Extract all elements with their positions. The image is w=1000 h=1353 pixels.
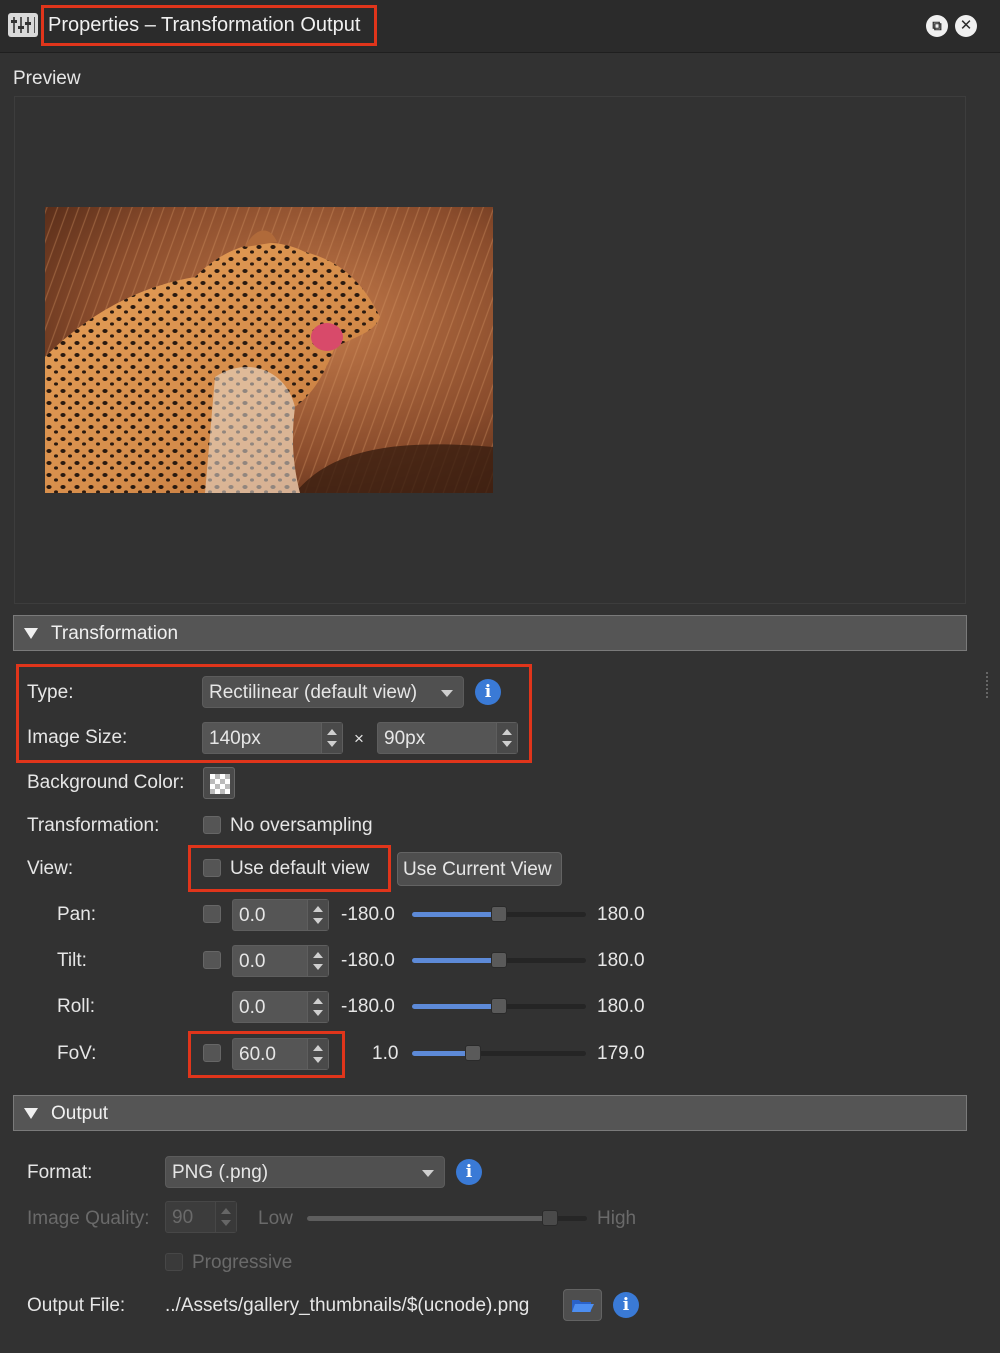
resize-grip[interactable] bbox=[986, 672, 992, 698]
quality-high-label: High bbox=[597, 1208, 637, 1229]
preview-label: Preview bbox=[13, 68, 81, 89]
spinner-arrows-icon[interactable] bbox=[307, 946, 328, 976]
fov-slider[interactable] bbox=[412, 1045, 586, 1061]
format-info-icon[interactable]: i bbox=[456, 1159, 482, 1185]
pan-spinner[interactable]: 0.0 bbox=[232, 899, 329, 931]
no-oversampling-label: No oversampling bbox=[230, 815, 373, 836]
background-color-label: Background Color: bbox=[27, 772, 185, 793]
format-select-value: PNG (.png) bbox=[172, 1162, 269, 1183]
tilt-min: -180.0 bbox=[341, 950, 395, 971]
transformation-section-title: Transformation bbox=[51, 623, 179, 644]
format-label: Format: bbox=[27, 1162, 93, 1183]
image-height-value: 90px bbox=[384, 728, 426, 749]
format-select[interactable]: PNG (.png) bbox=[165, 1156, 445, 1188]
fov-slider-fill bbox=[412, 1051, 473, 1056]
roll-spinner[interactable]: 0.0 bbox=[232, 991, 329, 1023]
output-file-info-icon[interactable]: i bbox=[613, 1292, 639, 1318]
view-label: View: bbox=[27, 858, 74, 879]
no-oversampling-checkbox[interactable] bbox=[203, 816, 221, 834]
use-current-view-button[interactable]: Use Current View bbox=[397, 852, 562, 886]
progressive-label: Progressive bbox=[192, 1252, 293, 1273]
roll-min: -180.0 bbox=[341, 996, 395, 1017]
collapse-triangle-icon bbox=[24, 628, 38, 639]
image-height-spinner[interactable]: 90px bbox=[377, 722, 518, 754]
roll-slider-handle[interactable] bbox=[491, 998, 507, 1014]
output-section-title: Output bbox=[51, 1103, 109, 1124]
collapse-triangle-icon bbox=[24, 1108, 38, 1119]
quality-slider-handle[interactable] bbox=[542, 1210, 558, 1226]
pan-checkbox[interactable] bbox=[203, 905, 221, 923]
progressive-checkbox[interactable] bbox=[165, 1253, 183, 1271]
pan-slider-handle[interactable] bbox=[491, 906, 507, 922]
tilt-label: Tilt: bbox=[57, 950, 87, 971]
tilt-max: 180.0 bbox=[597, 950, 645, 971]
spinner-arrows-icon[interactable] bbox=[321, 723, 342, 753]
tilt-spinner[interactable]: 0.0 bbox=[232, 945, 329, 977]
preview-image bbox=[45, 207, 493, 493]
fov-value: 60.0 bbox=[239, 1044, 276, 1065]
tilt-slider-handle[interactable] bbox=[491, 952, 507, 968]
pan-value: 0.0 bbox=[239, 905, 266, 926]
use-current-view-label: Use Current View bbox=[403, 859, 552, 880]
use-default-view-label: Use default view bbox=[230, 858, 370, 879]
browse-folder-button[interactable] bbox=[563, 1289, 602, 1321]
roll-label: Roll: bbox=[57, 996, 96, 1017]
fov-spinner[interactable]: 60.0 bbox=[232, 1038, 329, 1070]
fov-min: 1.0 bbox=[372, 1043, 399, 1064]
output-file-label: Output File: bbox=[27, 1295, 126, 1316]
pan-label: Pan: bbox=[57, 904, 97, 925]
type-label: Type: bbox=[27, 682, 74, 703]
roll-slider-fill bbox=[412, 1004, 499, 1009]
roll-max: 180.0 bbox=[597, 996, 645, 1017]
type-select[interactable]: Rectilinear (default view) bbox=[202, 676, 464, 708]
pan-max: 180.0 bbox=[597, 904, 645, 925]
folder-open-icon bbox=[572, 1300, 594, 1312]
properties-icon bbox=[8, 13, 38, 37]
tilt-value: 0.0 bbox=[239, 951, 266, 972]
pan-min: -180.0 bbox=[341, 904, 395, 925]
use-default-view-checkbox[interactable] bbox=[203, 859, 221, 877]
close-icon[interactable]: ✕ bbox=[955, 15, 977, 37]
fov-label: FoV: bbox=[57, 1043, 97, 1064]
image-quality-slider[interactable] bbox=[307, 1210, 587, 1226]
spinner-arrows-icon[interactable] bbox=[215, 1202, 236, 1232]
background-color-swatch[interactable] bbox=[203, 767, 235, 799]
spinner-arrows-icon[interactable] bbox=[307, 992, 328, 1022]
output-section-header[interactable]: Output bbox=[13, 1095, 967, 1131]
spinner-arrows-icon[interactable] bbox=[496, 723, 517, 753]
chevron-down-icon bbox=[422, 1170, 434, 1177]
restore-window-icon[interactable]: ⧉ bbox=[926, 15, 948, 37]
quality-slider-fill bbox=[307, 1216, 551, 1221]
image-width-value: 140px bbox=[209, 728, 261, 749]
fov-max: 179.0 bbox=[597, 1043, 645, 1064]
roll-value: 0.0 bbox=[239, 997, 266, 1018]
tilt-slider-fill bbox=[412, 958, 499, 963]
transformation-label: Transformation: bbox=[27, 815, 160, 836]
image-quality-spinner[interactable]: 90 bbox=[165, 1201, 237, 1233]
image-quality-label: Image Quality: bbox=[27, 1208, 150, 1229]
fov-slider-handle[interactable] bbox=[465, 1045, 481, 1061]
image-quality-value: 90 bbox=[172, 1207, 194, 1228]
window-title: Properties – Transformation Output bbox=[48, 14, 361, 36]
transformation-section-header[interactable]: Transformation bbox=[13, 615, 967, 651]
spinner-arrows-icon[interactable] bbox=[307, 1039, 328, 1069]
type-select-value: Rectilinear (default view) bbox=[209, 682, 418, 703]
output-file-path: ../Assets/gallery_thumbnails/$(ucnode).p… bbox=[165, 1295, 530, 1316]
type-info-icon[interactable]: i bbox=[475, 679, 501, 705]
chevron-down-icon bbox=[441, 690, 453, 697]
tilt-slider[interactable] bbox=[412, 952, 586, 968]
tilt-checkbox[interactable] bbox=[203, 951, 221, 969]
pan-slider-fill bbox=[412, 912, 499, 917]
image-width-spinner[interactable]: 140px bbox=[202, 722, 343, 754]
spinner-arrows-icon[interactable] bbox=[307, 900, 328, 930]
fov-checkbox[interactable] bbox=[203, 1044, 221, 1062]
quality-low-label: Low bbox=[258, 1208, 293, 1229]
times-sign: × bbox=[354, 729, 364, 748]
image-size-label: Image Size: bbox=[27, 727, 128, 748]
roll-slider[interactable] bbox=[412, 998, 586, 1014]
pan-slider[interactable] bbox=[412, 906, 586, 922]
